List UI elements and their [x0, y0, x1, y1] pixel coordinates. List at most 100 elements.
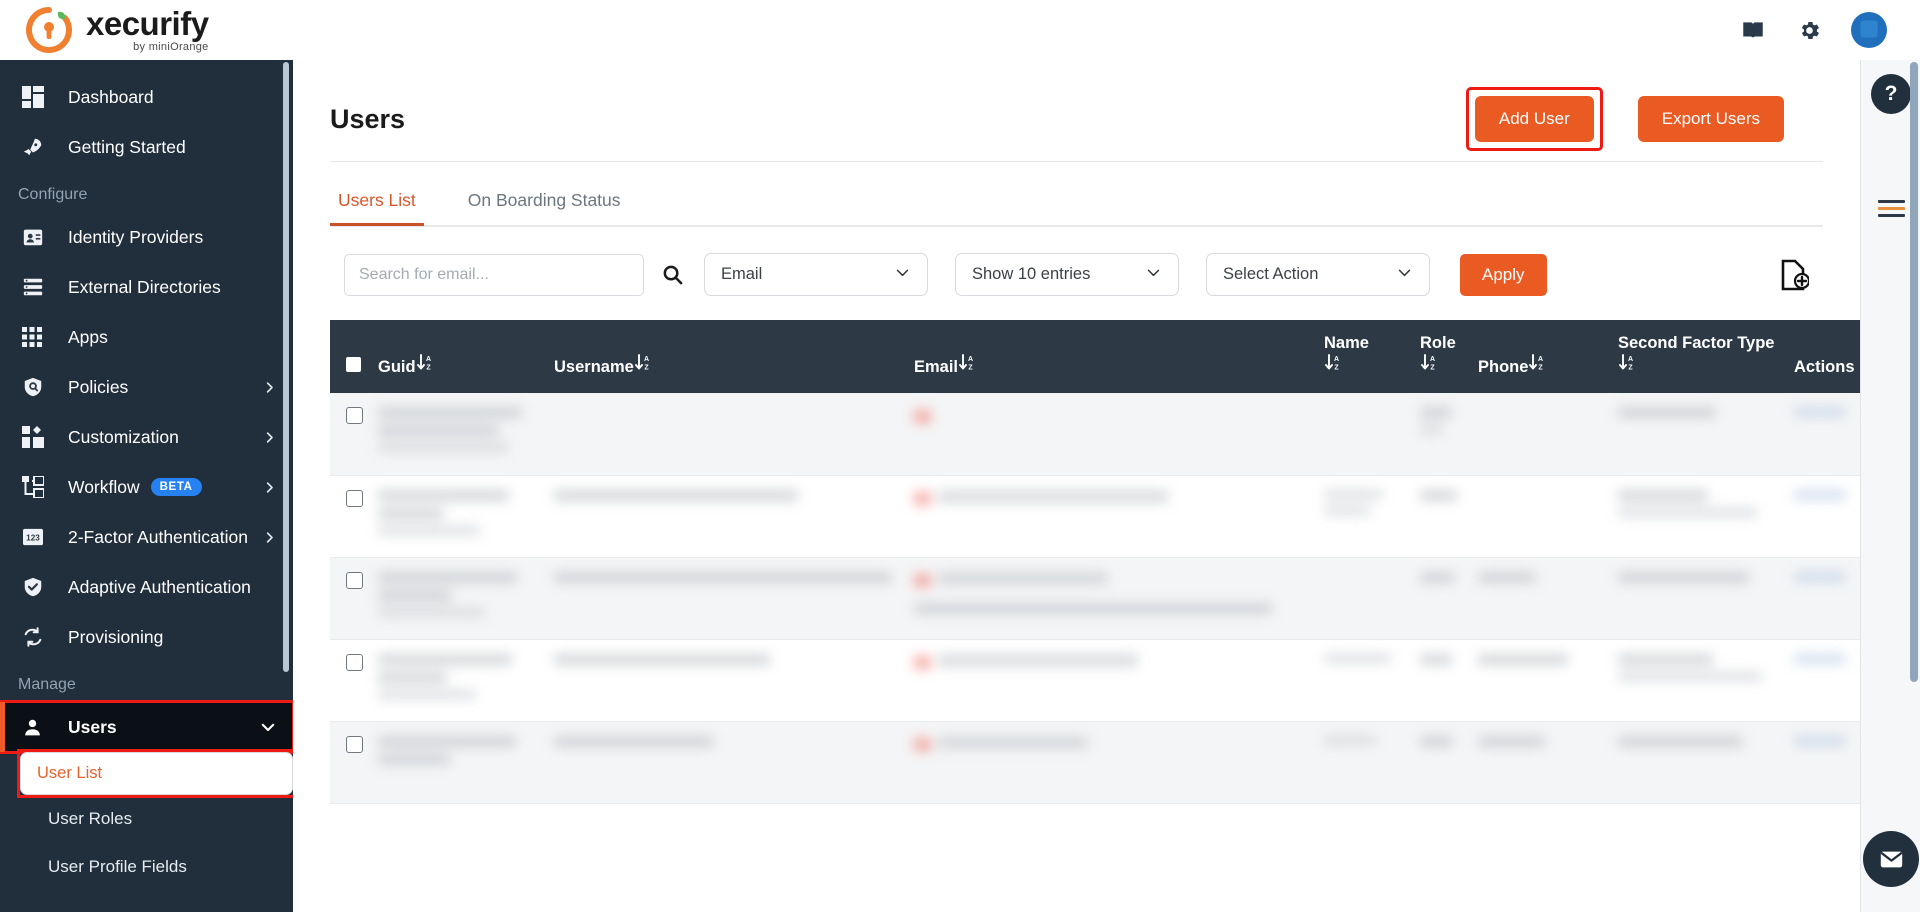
brand-logo-area[interactable]: xecurify by miniOrange: [0, 3, 293, 57]
table-row[interactable]: [330, 393, 1898, 475]
workflow-icon: [22, 474, 52, 500]
column-header-name[interactable]: Name AZ: [1318, 320, 1414, 393]
sidebar-item-customization[interactable]: Customization: [0, 412, 293, 462]
shield-check-icon: [22, 574, 52, 600]
chevron-down-icon[interactable]: [259, 718, 277, 736]
sort-az-descending-icon[interactable]: AZ: [1529, 353, 1545, 377]
sidebar-item-users[interactable]: Users: [0, 702, 293, 752]
table-row[interactable]: [330, 557, 1898, 639]
row-select-cell: [330, 639, 372, 721]
redacted-content: [378, 490, 542, 535]
chevron-right-icon[interactable]: [262, 480, 277, 495]
cell-phone: [1472, 721, 1612, 803]
column-header-email[interactable]: Email AZ: [908, 320, 1318, 393]
select-all-checkbox[interactable]: [346, 357, 361, 372]
cell-username: [548, 393, 908, 475]
svg-text:Z: Z: [968, 365, 973, 372]
sidebar-item-workflow[interactable]: Workflow BETA: [0, 462, 293, 512]
hamburger-menu-icon[interactable]: [1878, 200, 1905, 221]
page-header: Users Add User Export Users: [293, 60, 1920, 150]
action-select[interactable]: Select Action: [1206, 253, 1430, 296]
row-checkbox[interactable]: [346, 654, 363, 671]
entries-select[interactable]: Show 10 entries: [955, 253, 1179, 296]
sidebar-subitem-user-profile-fields[interactable]: User Profile Fields: [0, 843, 293, 891]
redacted-content: [1324, 736, 1408, 745]
table-row[interactable]: [330, 475, 1898, 557]
sort-az-descending-icon[interactable]: AZ: [417, 353, 433, 377]
sidebar-subitem-user-roles[interactable]: User Roles: [0, 795, 293, 843]
action-select-value: Select Action: [1223, 265, 1318, 284]
tab-label: On Boarding Status: [468, 190, 621, 210]
row-checkbox[interactable]: [346, 407, 363, 424]
main-content: Users Add User Export Users Users List O…: [293, 60, 1920, 912]
entries-select-value: Show 10 entries: [972, 265, 1090, 284]
filter-bar: Email Show 10 entries Select Action Appl…: [330, 227, 1823, 320]
sidebar-item-2-factor-authentication[interactable]: 123 2-Factor Authentication: [0, 512, 293, 562]
column-header-phone[interactable]: Phone AZ: [1472, 320, 1612, 393]
table-row[interactable]: [330, 639, 1898, 721]
cell-username: [548, 475, 908, 557]
sidebar-item-dashboard[interactable]: Dashboard: [0, 72, 293, 122]
sidebar-item-label: Identity Providers: [68, 227, 203, 248]
redacted-content: [1324, 490, 1408, 515]
envelope-icon[interactable]: [1863, 831, 1919, 887]
user-avatar[interactable]: [1851, 12, 1887, 48]
tab-users-list[interactable]: Users List: [330, 184, 424, 225]
id-card-icon: [22, 224, 52, 250]
sidebar-item-apps[interactable]: Apps: [0, 312, 293, 362]
cell-email: [908, 721, 1318, 803]
sidebar-item-provisioning[interactable]: Provisioning: [0, 612, 293, 662]
sidebar-scrollbar[interactable]: [283, 62, 289, 672]
docs-book-icon[interactable]: [1739, 16, 1767, 44]
row-checkbox[interactable]: [346, 490, 363, 507]
question-mark-icon[interactable]: ?: [1871, 74, 1911, 114]
redacted-content: [1618, 572, 1782, 583]
column-label: Username: [554, 358, 634, 377]
field-select[interactable]: Email: [704, 253, 928, 296]
page-scrollbar[interactable]: [1910, 62, 1918, 682]
sidebar-item-adaptive-authentication[interactable]: Adaptive Authentication: [0, 562, 293, 612]
sidebar-item-identity-providers[interactable]: Identity Providers: [0, 212, 293, 262]
sidebar-subitem-user-list[interactable]: User List: [20, 752, 293, 795]
sort-az-descending-icon[interactable]: AZ: [1325, 353, 1341, 377]
column-header-second-factor-type[interactable]: Second Factor Type AZ: [1612, 320, 1788, 393]
tab-on-boarding-status[interactable]: On Boarding Status: [460, 184, 629, 225]
chevron-right-icon[interactable]: [262, 530, 277, 545]
sort-az-descending-icon[interactable]: AZ: [1619, 353, 1635, 377]
search-input-wrap[interactable]: [344, 254, 644, 296]
row-checkbox[interactable]: [346, 736, 363, 753]
search-input[interactable]: [359, 266, 629, 284]
settings-gear-icon[interactable]: [1795, 16, 1823, 44]
cell-role: [1414, 557, 1472, 639]
apply-button[interactable]: Apply: [1460, 254, 1547, 296]
sort-az-descending-icon[interactable]: AZ: [959, 353, 975, 377]
sidebar-subitem-user-list-highlight: User List: [20, 752, 293, 795]
column-header-role[interactable]: Role AZ: [1414, 320, 1472, 393]
column-label: Second Factor Type: [1618, 334, 1782, 353]
header-divider: [330, 161, 1823, 162]
tab-bar: Users List On Boarding Status: [293, 184, 1920, 225]
column-header-guid[interactable]: Guid AZ: [372, 320, 548, 393]
redacted-content: [914, 490, 1312, 507]
sidebar-subitem-label: User List: [37, 764, 102, 783]
column-label: Guid: [378, 358, 416, 377]
chevron-down-icon: [1396, 264, 1413, 286]
sort-az-descending-icon[interactable]: AZ: [635, 353, 651, 377]
sort-az-descending-icon[interactable]: AZ: [1421, 353, 1437, 377]
add-column-icon[interactable]: [1779, 259, 1809, 291]
svg-text:A: A: [1430, 356, 1435, 363]
chevron-right-icon[interactable]: [262, 430, 277, 445]
table-row[interactable]: [330, 721, 1898, 803]
export-users-button[interactable]: Export Users: [1638, 96, 1784, 142]
cell-name: [1318, 393, 1414, 475]
redacted-content: [914, 736, 1312, 753]
column-header-username[interactable]: Username AZ: [548, 320, 908, 393]
chevron-right-icon[interactable]: [262, 380, 277, 395]
sidebar-item-external-directories[interactable]: External Directories: [0, 262, 293, 312]
sidebar-item-policies[interactable]: Policies: [0, 362, 293, 412]
magnifier-icon[interactable]: [661, 263, 684, 286]
chevron-down-icon: [1145, 264, 1162, 286]
row-checkbox[interactable]: [346, 572, 363, 589]
add-user-button[interactable]: Add User: [1475, 96, 1594, 142]
sidebar-item-getting-started[interactable]: Getting Started: [0, 122, 293, 172]
